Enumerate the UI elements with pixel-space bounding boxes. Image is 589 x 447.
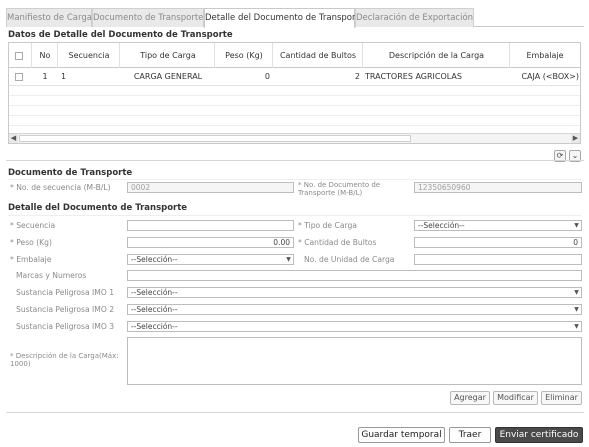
docno-field: 12350650960	[414, 182, 582, 193]
marcas-input[interactable]	[127, 270, 582, 281]
col-header-cantidad-de-bultos: Cantidad de Bultos	[279, 51, 357, 60]
agregar-button[interactable]: Agregar	[450, 391, 490, 405]
embalaje-label: * Embalaje	[10, 255, 52, 264]
guardar-temporal-button[interactable]: Guardar temporal	[358, 427, 445, 443]
doc-section-title: Documento de Transporte	[8, 168, 133, 178]
detail-grid: No Secuencia Tipo de Carga Peso (Kg) Can…	[8, 42, 581, 144]
dropdown-arrow-icon: ▼	[574, 306, 579, 313]
table-row[interactable]: 1 1 CARGA GENERAL 0 2 TRACTORES AGRICOLA…	[9, 68, 580, 86]
unidad-label: No. de Unidad de Carga	[304, 255, 395, 264]
marcas-label: Marcas y Numeros	[16, 271, 87, 280]
scroll-left-icon[interactable]: ◀	[9, 134, 18, 143]
select-all-checkbox[interactable]	[12, 43, 26, 67]
descripcion-label: * Descripción de la Carga(Máx: 1000)	[10, 352, 119, 368]
imo2-label: Sustancia Peligrosa IMO 2	[16, 305, 115, 314]
secuencia-label: * Secuencia	[10, 221, 56, 230]
col-header-embalaje: Embalaje	[526, 51, 564, 60]
imo3-label: Sustancia Peligrosa IMO 3	[16, 322, 115, 331]
imo1-label: Sustancia Peligrosa IMO 1	[16, 288, 115, 297]
traer-button[interactable]: Traer	[449, 427, 491, 443]
tab-declaracion-de-exportacion[interactable]: Declaración de Exportación	[355, 8, 474, 27]
tipo-label: * Tipo de Carga	[298, 221, 357, 230]
bultos-input[interactable]: 0	[414, 237, 582, 248]
cell-peso: 0	[264, 72, 270, 81]
seq-field: 0002	[127, 182, 294, 193]
dropdown-arrow-icon: ▼	[574, 323, 579, 330]
tab-documento-de-transporte[interactable]: Documento de Transporte	[92, 8, 204, 27]
horizontal-scrollbar[interactable]: ◀ ▶	[9, 133, 580, 143]
scrollbar-thumb[interactable]	[19, 135, 411, 142]
cell-no: 1	[42, 72, 48, 81]
cell-descripcion: TRACTORES AGRICOLAS	[365, 72, 462, 81]
tipo-select[interactable]: --Selección-- ▼	[414, 220, 582, 231]
tab-manifiesto-de-carga[interactable]: Manifiesto de Carga	[6, 8, 92, 27]
scroll-right-icon[interactable]: ▶	[571, 134, 580, 143]
detail-section-title: Detalle del Documento de Transporte	[8, 203, 188, 213]
eliminar-button[interactable]: Eliminar	[541, 391, 582, 405]
imo2-select[interactable]: --Selección-- ▼	[127, 304, 582, 315]
dropdown-arrow-icon: ▼	[574, 222, 579, 229]
cell-tipo-de-carga: CARGA GENERAL	[133, 72, 203, 81]
cell-secuencia: 1	[61, 72, 67, 81]
col-header-tipo-de-carga: Tipo de Carga	[140, 51, 196, 60]
unidad-input[interactable]	[414, 254, 582, 265]
modificar-button[interactable]: Modificar	[493, 391, 538, 405]
embalaje-select[interactable]: --Selección-- ▼	[127, 254, 294, 265]
peso-label: * Peso (Kg)	[10, 238, 52, 247]
dropdown-arrow-icon: ▼	[574, 289, 579, 296]
imo3-select[interactable]: --Selección-- ▼	[127, 321, 582, 332]
col-header-secuencia: Secuencia	[68, 51, 110, 60]
peso-input[interactable]: 0.00	[127, 237, 294, 248]
bultos-label: * Cantidad de Bultos	[298, 238, 377, 247]
col-header-descripcion: Descripción de la Carga	[388, 51, 485, 60]
secuencia-input[interactable]	[127, 220, 294, 231]
grid-title: Datos de Detalle del Documento de Transp…	[8, 30, 233, 40]
descripcion-textarea[interactable]	[127, 337, 582, 385]
col-header-no: No	[39, 51, 51, 60]
cell-embalaje: CAJA (<BOX>)	[521, 72, 579, 81]
grid-header: No Secuencia Tipo de Carga Peso (Kg) Can…	[9, 43, 580, 68]
enviar-certificado-button[interactable]: Enviar certificado	[495, 427, 583, 443]
imo1-select[interactable]: --Selección-- ▼	[127, 287, 582, 298]
row-checkbox[interactable]	[12, 68, 26, 85]
col-header-peso: Peso (Kg)	[225, 51, 263, 60]
dropdown-arrow-icon: ▼	[286, 256, 291, 263]
tab-detalle-del-documento[interactable]: Detalle del Documento de Transporte	[204, 8, 364, 28]
docno-label: * No. de Documento de Transporte (M-B/L)	[298, 181, 381, 197]
cell-cantidad-de-bultos: 2	[354, 72, 360, 81]
seq-label: * No. de secuencia (M-B/L)	[10, 183, 111, 192]
tab-bar: Manifiesto de Carga Documento de Transpo…	[6, 8, 584, 28]
